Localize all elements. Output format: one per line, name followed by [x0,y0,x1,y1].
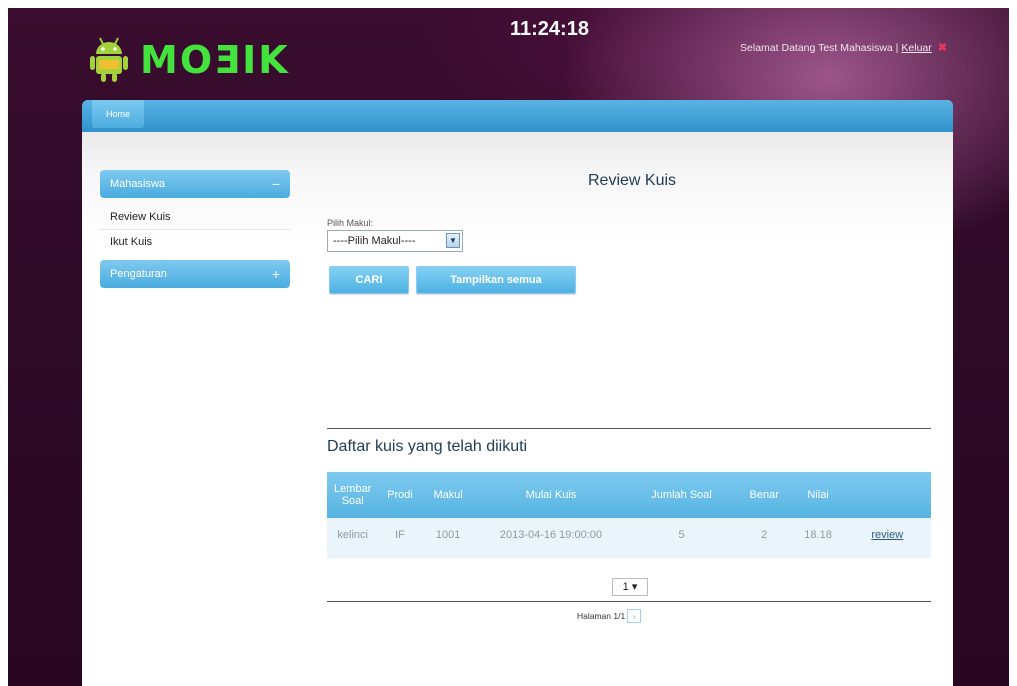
sidebar-section-mahasiswa[interactable]: Mahasiswa − [100,170,290,198]
table-cell: 18.18 [804,528,832,541]
makul-label: Pilih Makul: [327,218,374,228]
page-title: Review Kuis [587,172,677,189]
makul-select-value: ----Pilih Makul---- [333,235,416,247]
logout-link[interactable]: Keluar [901,42,931,54]
table-header-row: Lembar Soal Prodi Makul Mulai Kuis Jumla… [327,472,931,518]
nav-home-tab[interactable]: Home [92,100,144,128]
column-header: Prodi [387,489,413,501]
sidebar-section-pengaturan[interactable]: Pengaturan + [100,260,290,288]
welcome-bar: Selamat Datang Test Mahasiswa | Keluar ✖ [740,41,947,55]
sidebar-item-ikut-kuis[interactable]: Ikut Kuis [110,236,152,248]
column-header: Jumlah Soal [651,489,712,501]
table-cell: 1001 [435,528,461,541]
column-header: Nilai [807,489,829,501]
next-page-button[interactable]: › [627,609,642,623]
clock: 11:24:18 [510,18,589,40]
table-cell: kelinci [337,528,368,541]
content-area: Mahasiswa − Review Kuis Ikut Kuis Pengat… [82,132,953,686]
column-header [844,472,931,518]
sidebar-divider [100,229,290,230]
nav-bar: Home [82,100,953,132]
table-cell: 2 [761,528,768,541]
column-header: Mulai Kuis [525,489,577,501]
logout-icon[interactable]: ✖ [938,41,947,54]
expand-icon[interactable]: + [272,260,280,288]
welcome-text: Selamat Datang Test Mahasiswa | [740,41,899,54]
page-select[interactable]: 1 ▾ [612,578,648,596]
section-divider [327,428,931,429]
sidebar-item-review-kuis[interactable]: Review Kuis [110,211,171,223]
logo-text: MOƎIK [140,38,290,82]
pagination-info: Halaman 1/1 › [577,609,642,623]
table-row: kelinci IF 1001 2013-04-16 19:00:00 5 2 … [327,518,931,558]
page-background: MOƎIK 11:24:18 Selamat Datang Test Mahas… [8,8,1009,686]
table-cell: IF [395,528,405,541]
review-link[interactable]: review [844,518,931,558]
column-header: Benar [749,489,779,501]
page-indicator: Halaman 1/1 [577,611,626,621]
show-all-button[interactable]: Tampilkan semua [416,266,576,294]
list-title: Daftar kuis yang telah diikuti [327,438,528,455]
column-header: Makul [433,489,463,501]
main-panel: Home Mahasiswa − Review Kuis Ikut Kuis P… [82,100,953,686]
sidebar-section-label: Mahasiswa [110,178,166,190]
table-cell: 5 [678,528,685,541]
table-cell: 2013-04-16 19:00:00 [499,528,603,541]
android-icon [88,36,130,84]
quiz-table: Lembar Soal Prodi Makul Mulai Kuis Jumla… [327,472,931,558]
dropdown-arrow-icon[interactable]: ▼ [446,233,460,248]
pagination-divider [327,601,931,602]
sidebar-section-label: Pengaturan [110,268,167,280]
search-button[interactable]: CARI [329,266,409,294]
logo[interactable]: MOƎIK [88,36,290,84]
collapse-icon[interactable]: − [272,170,280,198]
makul-select[interactable]: ----Pilih Makul---- ▼ [327,230,463,252]
column-header: Lembar Soal [334,483,372,507]
